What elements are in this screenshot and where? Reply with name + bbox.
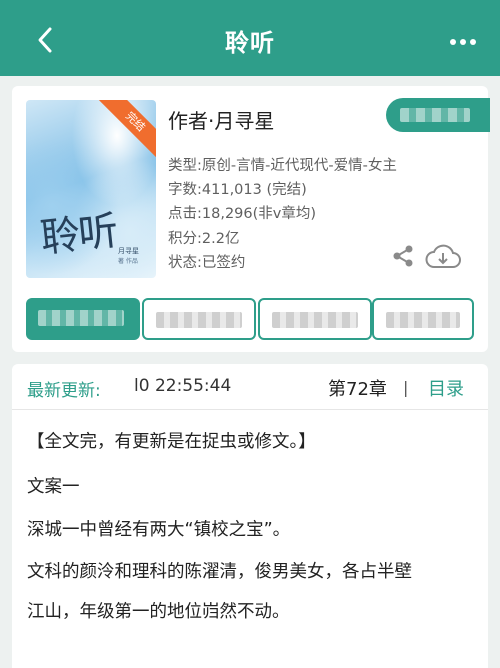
action-button-1[interactable] [26,298,140,340]
share-button[interactable] [390,243,416,269]
meta-clicks: 点击:18,296(非v章均) [168,206,317,222]
meta-status: 状态:已签约 [168,255,246,271]
share-icon [393,245,413,267]
latest-update-label: 最新更新: [27,381,101,401]
cover-subtitle: 著 作品 [118,258,138,265]
more-dots-icon [450,39,456,45]
back-button[interactable] [30,22,62,58]
latest-chapter-link[interactable]: 第72章 [328,375,387,401]
latest-update-time: l0 22:55:44 [134,376,232,396]
book-cover[interactable]: 聆听 月寻星 著 作品 完结 [26,100,156,278]
intro-line: 江山，年级第一的地位岿然不动。 [27,602,290,622]
more-button[interactable] [450,36,478,48]
status-ribbon: 完结 [96,100,156,161]
meta-genre: 类型:原创-言情-近代现代-爱情-女主 [168,158,397,174]
intro-line: 深城一中曾经有两大“镇校之宝”。 [27,520,291,540]
intro-line: 文科的颜泠和理科的陈濯清，俊男美女，各占半壁 [27,562,412,582]
action-button-2[interactable] [142,298,256,340]
intro-line: 文案一 [27,477,80,497]
action-button-4[interactable] [372,298,474,340]
author-name[interactable]: 作者·月寻星 [168,105,274,134]
download-button[interactable] [424,242,462,272]
cover-title: 聆听 [38,208,119,262]
meta-word-count: 字数:411,013 (完结) [168,182,307,198]
divider: | [403,378,409,397]
back-arrow-icon [38,27,52,53]
action-button-3[interactable] [258,298,372,340]
meta-points: 积分:2.2亿 [168,231,240,247]
intro-line: 【全文完，有更新是在捉虫或修文。】 [27,432,316,452]
cloud-download-icon [425,244,461,268]
cover-author: 月寻星 [118,247,139,255]
top-bar [0,0,500,76]
toc-link[interactable]: 目录 [428,375,464,401]
blurred-action-button[interactable] [386,98,490,132]
